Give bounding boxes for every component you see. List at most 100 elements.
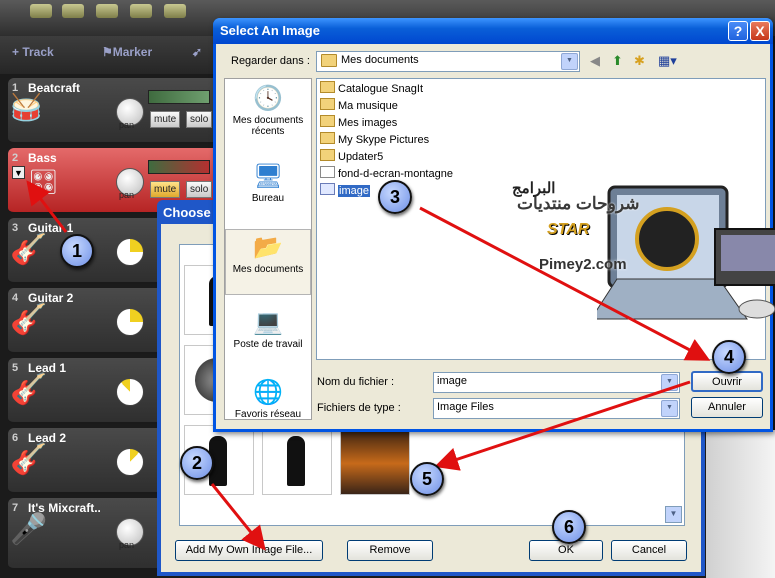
chevron-down-icon[interactable]: ▼ (661, 374, 678, 391)
pan-label: pan (119, 190, 135, 200)
step-marker-2: 2 (180, 446, 214, 480)
look-in-dropdown[interactable]: Mes documents ▼ (316, 51, 580, 72)
filetype-label: Fichiers de type : (317, 402, 401, 414)
chevron-down-icon[interactable]: ▼ (561, 53, 578, 70)
view-menu-icon[interactable]: ▦▾ (658, 53, 677, 69)
watermark-site: Pimey2.com (539, 256, 627, 273)
toolbar-icon[interactable] (96, 4, 118, 18)
file-name: Catalogue SnagIt (338, 83, 424, 95)
filetype-dropdown[interactable]: Image Files ▼ (433, 398, 680, 419)
folder-icon (320, 149, 335, 161)
places-bar: 🕓 Mes documents récents 🖥 Bureau 📂 Mes d… (224, 78, 312, 420)
scroll-down-button[interactable]: ▼ (665, 506, 682, 523)
filename-label: Nom du fichier : (317, 376, 395, 388)
watermark-star: STAR (547, 221, 590, 238)
mute-button[interactable]: mute (150, 181, 181, 198)
file-item[interactable]: My Skype Pictures (320, 132, 429, 147)
place-label: Bureau (251, 193, 285, 204)
sunset-thumbnail[interactable] (340, 425, 410, 495)
step-marker-5: 5 (410, 462, 444, 496)
place-label: Mes documents récents (232, 115, 304, 137)
watermark-text: البرامج (512, 180, 556, 197)
filename-input[interactable]: image ▼ (433, 372, 680, 393)
desktop-icon: 🖥 (253, 163, 284, 190)
solo-button[interactable]: solo (186, 111, 213, 128)
cancel-button[interactable]: Cancel (611, 540, 687, 561)
back-icon[interactable]: ◀ (590, 53, 600, 69)
file-item[interactable]: Ma musique (320, 98, 398, 113)
folder-icon (320, 98, 335, 110)
file-item[interactable]: Mes images (320, 115, 397, 130)
arrow-icon[interactable]: ➹ (192, 45, 202, 59)
volume-slider[interactable] (148, 90, 210, 104)
new-folder-icon[interactable]: ✱ (634, 53, 645, 69)
pan-knob[interactable] (116, 378, 144, 406)
title-bar[interactable]: Select An Image ? X (213, 18, 773, 44)
place-desktop[interactable]: 🖥 Bureau (225, 163, 311, 204)
track-beatcraft[interactable]: 1 Beatcraft 🥁 pan mute solo (8, 78, 213, 144)
image-thumbnail[interactable] (262, 425, 332, 495)
cancel-button[interactable]: Annuler (691, 397, 763, 418)
pan-label: pan (119, 540, 135, 550)
remove-button[interactable]: Remove (347, 540, 433, 561)
step-marker-3: 3 (378, 180, 412, 214)
select-image-dialog: Select An Image ? X Regarder dans : Mes … (213, 18, 775, 432)
place-my-computer[interactable]: 💻 Poste de travail (225, 309, 311, 350)
step-marker-1: 1 (60, 234, 94, 268)
add-track-button[interactable]: + Track (12, 45, 54, 59)
folder-icon (320, 81, 335, 93)
toolbar-icon[interactable] (30, 4, 52, 18)
mute-button[interactable]: mute (150, 111, 181, 128)
up-folder-icon[interactable]: ⬆ (612, 53, 623, 69)
my-documents-icon: 📂 (253, 234, 283, 261)
solo-button[interactable]: solo (186, 181, 213, 198)
pan-knob[interactable] (116, 238, 144, 266)
filename-value: image (437, 375, 467, 387)
folder-icon (320, 115, 335, 127)
file-name: My Skype Pictures (338, 134, 430, 146)
folder-icon (320, 132, 335, 144)
place-label: Poste de travail (233, 339, 303, 350)
look-in-label: Regarder dans : (231, 55, 310, 67)
file-item[interactable]: fond-d-ecran-montagne (320, 166, 453, 181)
file-list[interactable]: Catalogue SnagIt Ma musique Mes images M… (316, 78, 775, 360)
file-name: Updater5 (338, 151, 384, 163)
open-button[interactable]: Ouvrir (691, 371, 763, 392)
file-item[interactable]: Updater5 (320, 149, 383, 164)
step-marker-6: 6 (552, 510, 586, 544)
image-file-icon (320, 183, 335, 195)
add-own-image-button[interactable]: Add My Own Image File... (175, 540, 323, 561)
add-marker-button[interactable]: ⚑Marker (102, 45, 152, 59)
timeline-area (706, 430, 775, 578)
file-name: Mes images (338, 117, 398, 129)
microphone-icon: 🎤 (10, 513, 48, 546)
toolbar-icon[interactable] (62, 4, 84, 18)
place-my-documents[interactable]: 📂 Mes documents (225, 229, 311, 295)
track-name: Bass (28, 151, 57, 165)
file-item[interactable]: Catalogue SnagIt (320, 81, 423, 96)
track-dropdown-button[interactable]: ▼ (12, 166, 25, 179)
step-marker-4: 4 (712, 340, 746, 374)
place-network[interactable]: 🌐 Favoris réseau (225, 379, 311, 420)
place-label: Favoris réseau (234, 409, 302, 420)
recent-documents-icon: 🕓 (253, 85, 283, 112)
toolbar-icon[interactable] (164, 4, 186, 18)
place-label: Mes documents (232, 264, 304, 275)
help-button[interactable]: ? (728, 21, 748, 41)
look-in-value: Mes documents (341, 54, 419, 66)
watermark-logo (597, 185, 775, 320)
pan-knob[interactable] (116, 308, 144, 336)
toolbar-icon[interactable] (130, 4, 152, 18)
drum-kit-icon: 🥁 (10, 92, 43, 122)
track-number: 2 (12, 152, 19, 164)
place-recent-documents[interactable]: 🕓 Mes documents récents (225, 85, 311, 137)
close-button[interactable]: X (750, 21, 770, 41)
chevron-down-icon[interactable]: ▼ (661, 400, 678, 417)
pan-knob[interactable] (116, 448, 144, 476)
file-item-selected[interactable]: image (320, 183, 370, 198)
volume-slider[interactable] (148, 160, 210, 174)
dialog-title: Select An Image (220, 23, 320, 38)
watermark-text: شروحات منتديات (517, 194, 640, 213)
guitar-icon: 🎸 (10, 303, 48, 336)
guitar-icon: 🎸 (10, 373, 48, 406)
